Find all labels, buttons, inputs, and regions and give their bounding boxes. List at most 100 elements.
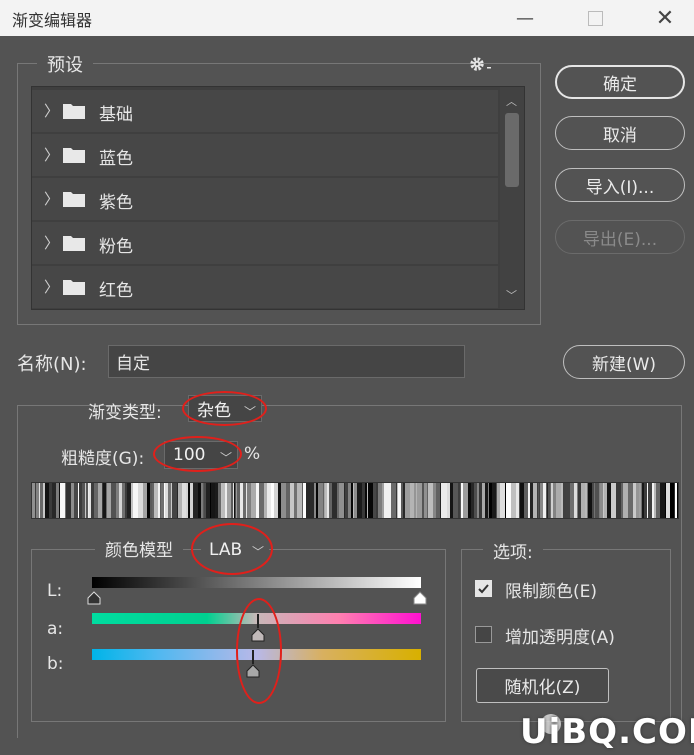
- noise-stripe: [550, 483, 551, 518]
- noise-stripe: [441, 483, 443, 518]
- noise-stripe: [468, 483, 471, 518]
- noise-stripe: [540, 483, 543, 518]
- noise-stripe: [489, 483, 492, 518]
- noise-stripe: [147, 483, 150, 518]
- preset-folder-row[interactable]: 〉 蓝色: [32, 134, 498, 176]
- add-transparency-label[interactable]: 增加透明度(A): [505, 623, 615, 648]
- import-button[interactable]: 导入(I)...: [555, 168, 685, 202]
- presets-list[interactable]: 〉 基础 〉 蓝色 〉 紫色 〉 粉色 〉 红色 ︿ ﹀: [31, 86, 525, 310]
- noise-stripe: [376, 483, 378, 518]
- preset-folder-row[interactable]: 〉 紫色: [32, 178, 498, 220]
- noise-stripe: [119, 483, 122, 518]
- chevron-down-icon[interactable]: ﹀: [506, 287, 517, 303]
- add-transparency-checkbox[interactable]: [475, 626, 492, 643]
- presets-scrollbar[interactable]: ︿ ﹀: [500, 87, 524, 309]
- noise-stripe: [203, 483, 204, 518]
- gradient-type-select[interactable]: 杂色 ﹀: [188, 395, 262, 422]
- roughness-label: 粗糙度(G):: [61, 449, 145, 469]
- noise-stripe: [131, 483, 133, 518]
- preset-folder-row[interactable]: 〉 基础: [32, 90, 498, 132]
- noise-stripe: [417, 483, 422, 518]
- channel-b-stop[interactable]: [246, 664, 260, 678]
- noise-stripe: [314, 483, 316, 518]
- channel-l-slider[interactable]: [92, 577, 421, 588]
- noise-stripe: [524, 483, 528, 518]
- cancel-button[interactable]: 取消: [555, 116, 685, 150]
- noise-stripe: [674, 483, 675, 518]
- color-model-label: 颜色模型: [95, 536, 183, 561]
- chevron-right-icon[interactable]: 〉: [44, 276, 59, 297]
- chevron-right-icon[interactable]: 〉: [44, 144, 59, 165]
- noise-stripe: [511, 483, 516, 518]
- noise-stripe: [530, 483, 533, 518]
- noise-stripe: [152, 483, 154, 518]
- chevron-up-icon[interactable]: ︿: [506, 93, 517, 109]
- noise-stripe: [221, 483, 222, 518]
- noise-stripe: [351, 483, 353, 518]
- options-legend: 选项:: [483, 538, 543, 563]
- channel-a-label: a:: [47, 619, 64, 639]
- noise-stripe: [607, 483, 611, 518]
- presets-gear-button[interactable]: [468, 54, 496, 74]
- noise-stripe: [424, 483, 427, 518]
- noise-stripe: [652, 483, 654, 518]
- noise-stripe: [660, 483, 665, 518]
- name-input[interactable]: 自定: [108, 345, 465, 378]
- chevron-right-icon[interactable]: 〉: [44, 100, 59, 121]
- minimize-button[interactable]: —: [502, 0, 548, 36]
- noise-stripe: [290, 483, 294, 518]
- noise-stripe: [570, 483, 574, 518]
- noise-stripe: [103, 483, 106, 518]
- new-button[interactable]: 新建(W): [563, 345, 685, 379]
- ok-button[interactable]: 确定: [555, 65, 685, 99]
- chevron-right-icon[interactable]: 〉: [44, 232, 59, 253]
- noise-stripe: [348, 483, 351, 518]
- noise-stripe: [107, 483, 111, 518]
- noise-stripe: [628, 483, 633, 518]
- noise-stripe: [240, 483, 243, 518]
- scroll-thumb[interactable]: [505, 113, 519, 187]
- gradient-preview[interactable]: [31, 482, 679, 519]
- channel-a-stop[interactable]: [251, 628, 265, 642]
- noise-stripe: [235, 483, 236, 518]
- noise-stripe: [188, 483, 189, 518]
- channel-l-label: L:: [47, 581, 63, 601]
- noise-stripe: [160, 483, 161, 518]
- channel-l-min-stop[interactable]: [87, 591, 101, 605]
- restrict-colors-checkbox[interactable]: [475, 580, 492, 597]
- noise-stripe: [274, 483, 278, 518]
- channel-b-slider[interactable]: [92, 649, 421, 660]
- preset-folder-row[interactable]: 〉 粉色: [32, 222, 498, 264]
- noise-stripe: [332, 483, 337, 518]
- noise-stripe: [520, 483, 524, 518]
- noise-stripe: [665, 483, 666, 518]
- close-button[interactable]: ✕: [642, 0, 688, 36]
- maximize-button[interactable]: [572, 0, 618, 36]
- randomize-button[interactable]: 随机化(Z): [476, 668, 609, 703]
- noise-stripe: [339, 483, 344, 518]
- chevron-right-icon[interactable]: 〉: [44, 188, 59, 209]
- color-model-select[interactable]: LAB ﹀: [201, 536, 269, 564]
- preset-folder-row[interactable]: 〉 红色: [32, 266, 498, 308]
- channel-l-max-stop[interactable]: [413, 591, 427, 605]
- noise-stripe: [585, 483, 587, 518]
- noise-stripe: [644, 483, 647, 518]
- export-button[interactable]: 导出(E)...: [555, 220, 685, 254]
- noise-stripe: [297, 483, 302, 518]
- roughness-select[interactable]: 100 ﹀: [164, 441, 238, 469]
- noise-stripe: [337, 483, 339, 518]
- noise-stripe: [496, 483, 497, 518]
- restrict-colors-label[interactable]: 限制颜色(E): [505, 577, 597, 602]
- noise-stripe: [354, 483, 357, 518]
- noise-stripe: [389, 483, 391, 518]
- gear-icon: [470, 57, 491, 71]
- noise-stripe: [65, 483, 66, 518]
- noise-stripe: [497, 483, 500, 518]
- noise-stripe: [43, 483, 45, 518]
- noise-stripe: [56, 483, 59, 518]
- noise-stripe: [278, 483, 281, 518]
- noise-stripe: [193, 483, 198, 518]
- noise-stripe: [519, 483, 520, 518]
- noise-stripe: [236, 483, 237, 518]
- channel-b-label: b:: [47, 654, 64, 674]
